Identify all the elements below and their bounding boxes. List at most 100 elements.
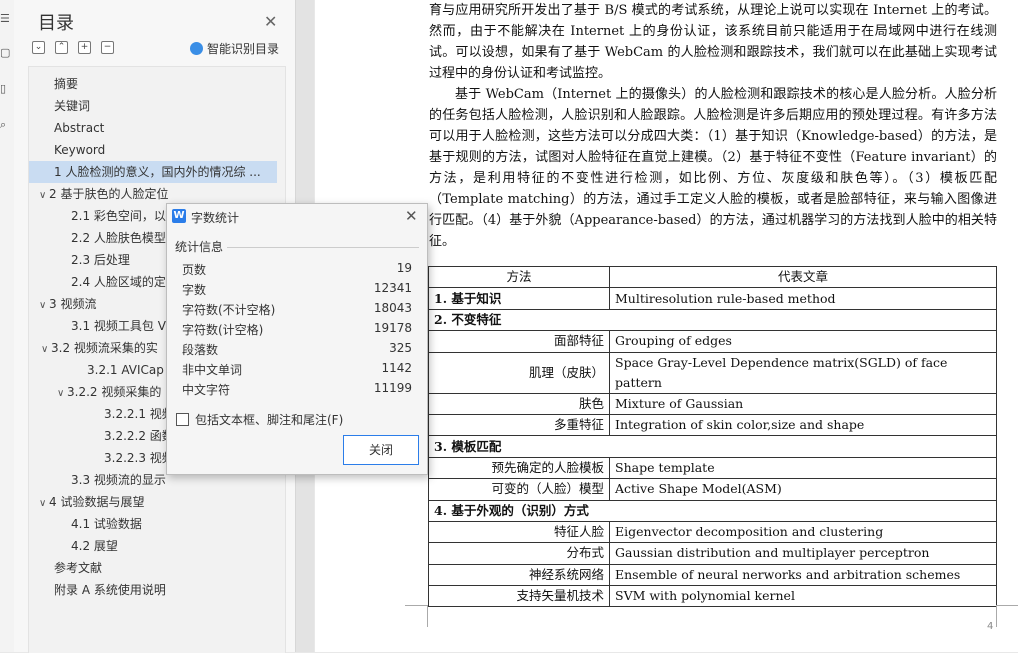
table-cell: Space Gray-Level Dependence matrix(SGLD)…	[609, 351, 997, 394]
page-icon[interactable]: ▢	[0, 46, 10, 60]
toc-item-label: 3.2.2.2 函数	[104, 429, 174, 443]
toc-item[interactable]: 4.2 展望	[29, 535, 277, 557]
stat-value: 1142	[381, 361, 412, 375]
toc-item[interactable]: 摘要	[29, 73, 277, 95]
chevron-down-icon[interactable]: ∨	[39, 493, 49, 513]
table-cell: 支持矢量机技术	[428, 585, 610, 608]
table-row: 4. 基于外观的（识别）方式	[428, 499, 997, 522]
include-footnotes-checkbox[interactable]: 包括文本框、脚注和尾注(F)	[176, 411, 343, 428]
menu-icon[interactable]: ☰	[0, 12, 10, 26]
toc-item-label: 3.3 视频流的显示	[71, 473, 166, 487]
table-cell: 2. 不变特征	[428, 308, 997, 332]
table-row: 可变的（人脸）模型 Active Shape Model(ASM)	[428, 478, 997, 501]
stats-section-label: 统计信息	[175, 240, 224, 254]
close-button[interactable]: 关闭	[343, 435, 419, 465]
toc-item-label: 3 视频流	[49, 297, 97, 311]
stat-label: 字数	[182, 283, 207, 297]
table-row: 2. 不变特征	[428, 308, 997, 332]
table-row: 肌理（皮肤） Space Gray-Level Dependence matrix…	[428, 351, 997, 394]
document-body: 育与应用研究所开发出了基于 B/S 模式的考试系统，从理论上说可以实现在 Int…	[429, 0, 997, 252]
bookmark-icon[interactable]: ▯	[0, 82, 10, 96]
table-cell: Active Shape Model(ASM)	[609, 478, 997, 501]
dialog-title: 字数统计	[191, 211, 240, 225]
chevron-down-icon[interactable]: ∨	[57, 383, 67, 403]
table-cell: 1. 基于知识	[428, 287, 610, 310]
add-icon[interactable]: +	[78, 41, 91, 54]
checkbox-box[interactable]	[176, 413, 189, 426]
toc-item-label: 3.2.2.3 视频	[104, 451, 174, 465]
stat-row: 中文字符 11199	[182, 381, 412, 401]
smart-toc-button[interactable]: 智能识别目录	[190, 40, 279, 57]
table-cell: Shape template	[609, 456, 997, 480]
search-icon[interactable]: ⌕	[0, 118, 10, 132]
stat-row: 字符数(计空格) 19178	[182, 321, 412, 341]
table-cell: 预先确定的人脸模板	[428, 456, 610, 480]
expand-all-icon[interactable]: ⌃	[55, 41, 68, 54]
toc-item[interactable]: Abstract	[29, 117, 277, 139]
stat-value: 19	[396, 261, 412, 275]
stat-label: 中文字符	[182, 383, 231, 397]
checkbox-label: 包括文本框、脚注和尾注(F)	[195, 413, 344, 427]
word-count-dialog: W 字数统计 ✕ 统计信息 页数 19 字数 12341 字符数(不计空格) 18043 字…	[166, 203, 428, 475]
toc-item[interactable]: 1 人脸检测的意义，国内外的情况综 ...	[29, 161, 277, 183]
table-row: 预先确定的人脸模板 Shape template	[428, 456, 997, 480]
toc-item-label: 3.2.2.1 视频	[104, 407, 174, 421]
toc-item[interactable]: 4.1 试验数据	[29, 513, 277, 535]
paragraph: 育与应用研究所开发出了基于 B/S 模式的考试系统，从理论上说可以实现在 Int…	[429, 3, 997, 81]
table-cell: 特征人脸	[428, 520, 610, 544]
stat-label: 非中文单词	[182, 363, 243, 377]
toc-item-label: 1 人脸检测的意义，国内外的情况综 ...	[54, 165, 261, 179]
table-row: 神经系统网络 Ensemble of neural nerworks and ar…	[428, 563, 997, 587]
toc-tools: ⌄ ⌃ + −	[32, 41, 114, 55]
toc-item-label: 3.2 视频流采集的实	[51, 341, 158, 355]
toc-item-label: Abstract	[54, 121, 105, 135]
smart-toc-label: 智能识别目录	[207, 42, 280, 56]
stat-label: 字符数(计空格)	[182, 323, 264, 337]
close-icon[interactable]: ✕	[405, 207, 418, 225]
stat-value: 12341	[373, 281, 412, 295]
stat-row: 页数 19	[182, 261, 412, 281]
stat-label: 字符数(不计空格)	[182, 303, 276, 317]
toc-item[interactable]: 附录 A 系统使用说明	[29, 579, 277, 601]
chevron-down-icon[interactable]: ∨	[39, 185, 49, 205]
toc-item[interactable]: Keyword	[29, 139, 277, 161]
toc-item-label: 2.1 彩色空间，以Y	[71, 209, 174, 223]
toc-item[interactable]: ∨ 2 基于肤色的人脸定位	[29, 183, 277, 205]
table-cell: 神经系统网络	[428, 563, 610, 587]
toc-item-label: 4.1 试验数据	[71, 517, 142, 531]
table-header-row: 方法 代表文章	[428, 265, 997, 289]
stat-value: 325	[389, 341, 412, 355]
toc-item[interactable]: 参考文献	[29, 557, 277, 579]
toc-item-label: 4.2 展望	[71, 539, 118, 553]
stat-value: 11199	[373, 381, 412, 395]
remove-icon[interactable]: −	[101, 41, 114, 54]
stat-row: 字符数(不计空格) 18043	[182, 301, 412, 321]
toc-item-label: 摘要	[54, 77, 79, 91]
stat-value: 19178	[373, 321, 412, 335]
table-cell: Multiresolution rule-based method	[609, 287, 997, 310]
toc-item-label: 3.2.2 视频采集的	[67, 385, 162, 399]
table-cell: Eigenvector decomposition and clustering	[609, 520, 997, 544]
table-row: 支持矢量机技术 SVM with polynomial kernel	[428, 585, 997, 608]
table-cell: 面部特征	[428, 330, 610, 353]
chevron-down-icon[interactable]: ∨	[39, 295, 49, 315]
table-row: 肤色 Mixture of Gaussian	[428, 392, 997, 415]
toc-item[interactable]: 关键词	[29, 95, 277, 117]
collapse-all-icon[interactable]: ⌄	[32, 41, 45, 54]
stat-row: 字数 12341	[182, 281, 412, 301]
table-cell: 多重特征	[428, 413, 610, 437]
table-cell: 肤色	[428, 392, 610, 415]
table-cell: Integration of skin color,size and shape	[609, 413, 997, 437]
close-icon[interactable]: ✕	[264, 12, 277, 31]
table-cell: 3. 模板匹配	[428, 435, 997, 458]
left-toolbar: ☰ ▢ ▯ ⌕	[0, 0, 15, 652]
toc-item-label: 参考文献	[54, 561, 103, 575]
smart-icon	[190, 42, 203, 55]
stat-label: 页数	[182, 263, 207, 277]
toc-item[interactable]: ∨ 4 试验数据与展望	[29, 491, 277, 513]
margin-mark	[427, 605, 428, 627]
chevron-down-icon[interactable]: ∨	[41, 339, 51, 359]
table-row: 特征人脸 Eigenvector decomposition and cluste…	[428, 520, 997, 544]
table-cell: 肌理（皮肤）	[428, 351, 610, 394]
table-row: 1. 基于知识 Multiresolution rule-based method	[428, 287, 997, 310]
